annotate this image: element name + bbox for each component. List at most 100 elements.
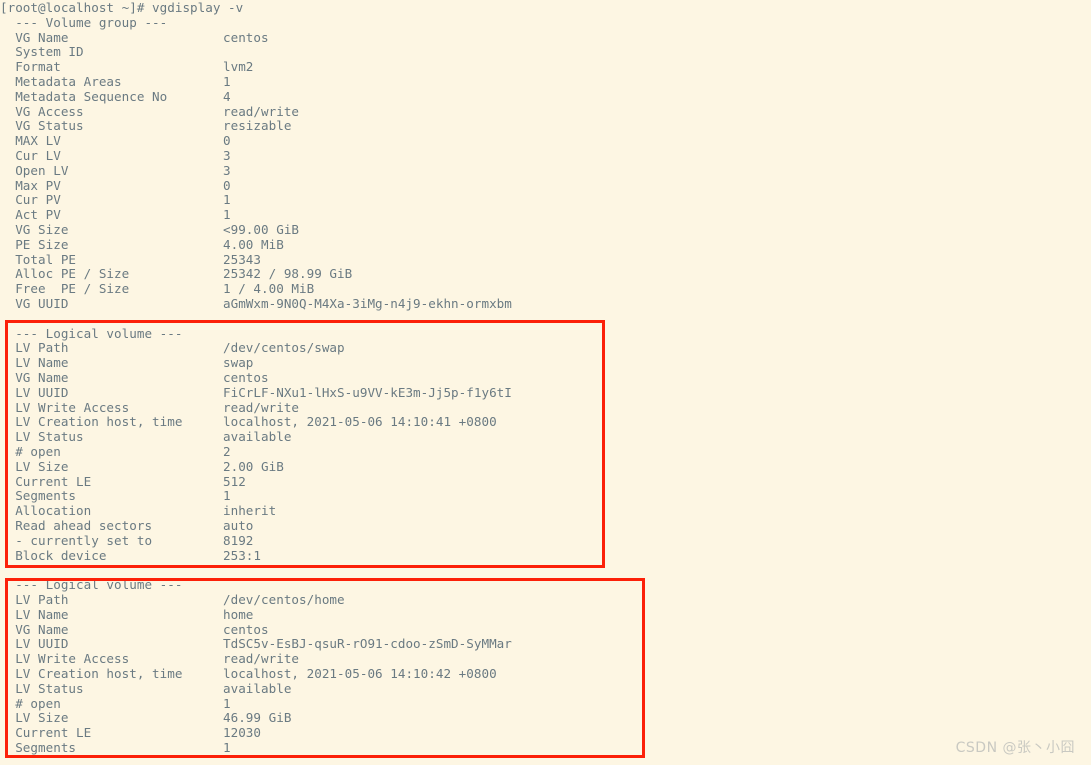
volume-group-row: Format lvm2 [0,59,1091,75]
row-label: VG Status [0,118,84,134]
row-label: VG Name [0,621,69,637]
row-value: 8192 [223,532,254,548]
row-label: Metadata Sequence No [0,88,168,104]
row-label: LV Name [0,606,69,622]
terminal-window[interactable]: [root@localhost ~]# vgdisplay -v --- Vol… [0,0,1091,765]
logical-volume-row: Current LE 512 [0,473,1091,490]
row-value: FiCrLF-NXu1-lHxS-u9VV-kE3m-Jj5p-f1y6tI [223,384,512,400]
row-value: 3 [223,148,231,163]
row-label: LV Status [0,680,84,696]
row-label: PE Size [0,236,69,252]
logical-volume-row: LV Size 2.00 GiB [0,458,1091,475]
row-label: Act PV [0,207,61,223]
row-value: read/write [223,651,300,667]
logical-volume-header: --- Logical volume --- [0,577,183,593]
row-label: LV Size [0,710,69,726]
volume-group-row: MAX LV 0 [0,133,1091,149]
logical-volume-row: LV Status available [0,680,1091,697]
row-value: 512 [223,473,246,489]
row-label: Free PE / Size [0,281,130,297]
row-label: VG Name [0,370,69,385]
volume-group-row: Act PV 1 [0,207,1091,223]
row-value: 46.99 GiB [223,710,292,726]
row-value: auto [223,518,254,533]
row-value: inherit [223,503,277,519]
logical-volume-row: LV Name home [0,606,1091,623]
row-label: VG UUID [0,296,69,311]
logical-volume-row: LV Name swap [0,355,1091,371]
logical-volume-header: --- Logical volume --- [0,325,183,341]
row-label: LV UUID [0,636,69,652]
volume-group-row: VG Access read/write [0,104,1091,120]
row-label: Block device [0,547,107,563]
row-value: 4 [223,88,231,104]
row-value: /dev/centos/home [223,592,345,607]
logical-volume-row: - currently set to 8192 [0,532,1091,549]
row-value: 0 [223,177,231,193]
volume-group-row: VG Name centos [0,30,1091,46]
row-label: Segments [0,740,77,755]
row-label: MAX LV [0,133,61,149]
row-value: 253:1 [223,547,262,563]
row-label: Cur LV [0,148,61,163]
volume-group-row: System ID [0,45,1091,60]
row-label: LV Status [0,429,84,445]
volume-group-row: Total PE 25343 [0,252,1091,268]
volume-group-row: PE Size 4.00 MiB [0,236,1091,253]
row-value: 2.00 GiB [223,458,284,474]
row-value: localhost, 2021-05-06 14:10:41 +0800 [223,414,497,430]
volume-group-row: Max PV 0 [0,177,1091,194]
row-label: LV Write Access [0,651,130,667]
row-label: Max PV [0,177,61,193]
row-label: Cur PV [0,192,61,208]
row-value: home [223,606,254,622]
row-value: available [223,429,292,445]
logical-volume-row: LV Size 46.99 GiB [0,711,1091,726]
row-value: swap [223,355,254,371]
row-value: 1 [223,74,231,89]
row-value: 1 [223,740,231,755]
volume-group-row: Metadata Areas 1 [0,74,1091,90]
row-value: centos [223,621,269,637]
logical-volume-row: Allocation inherit [0,503,1091,519]
volume-group-row: VG UUID aGmWxm-9N0Q-M4Xa-3iMg-n4j9-ekhn-o… [0,296,1091,312]
logical-volume-row: LV UUID TdSC5v-EsBJ-qsuR-rO91-cdoo-zSmD-S… [0,637,1091,652]
row-value: 1 [223,488,231,504]
row-label: Format [0,59,61,75]
row-label: Segments [0,488,77,504]
volume-group-row: Free PE / Size 1 / 4.00 MiB [0,281,1091,297]
shell-prompt: [root@localhost ~]# vgdisplay -v [0,0,244,15]
row-label: Read ahead sectors [0,518,153,533]
row-value: 1 / 4.00 MiB [223,281,315,297]
row-value: TdSC5v-EsBJ-qsuR-rO91-cdoo-zSmD-SyMMar [223,636,512,652]
logical-volume-row: # open 2 [0,444,1091,460]
logical-volume-row: Read ahead sectors auto [0,518,1091,534]
logical-volume-row: Current LE 12030 [0,725,1091,741]
volume-group-row: Cur PV 1 [0,193,1091,208]
row-value: <99.00 GiB [223,222,300,237]
volume-group-row: VG Status resizable [0,119,1091,134]
row-value: available [223,680,292,696]
row-label: LV Creation host, time [0,414,183,430]
row-label: LV Creation host, time [0,666,183,681]
volume-group-row: Open LV 3 [0,163,1091,179]
row-value: resizable [223,118,292,134]
row-value: 4.00 MiB [223,236,284,252]
row-value: localhost, 2021-05-06 14:10:42 +0800 [223,666,497,681]
logical-volume-row: LV UUID FiCrLF-NXu1-lHxS-u9VV-kE3m-Jj5p-f… [0,384,1091,401]
volume-group-row: VG Size <99.00 GiB [0,222,1091,238]
logical-volume-row: VG Name centos [0,621,1091,638]
row-label: Allocation [0,503,92,519]
row-label: VG Size [0,222,69,237]
row-label: Current LE [0,473,92,489]
volume-group-row: Cur LV 3 [0,148,1091,164]
row-value: 25342 / 98.99 GiB [223,266,353,282]
row-label: LV Name [0,355,69,371]
logical-volume-row: LV Creation host, time localhost, 2021-05… [0,415,1091,430]
row-value: 1 [223,695,231,711]
csdn-watermark: CSDN @张丶小囧 [955,740,1075,756]
row-value: lvm2 [223,59,254,75]
row-label: LV Size [0,458,69,474]
